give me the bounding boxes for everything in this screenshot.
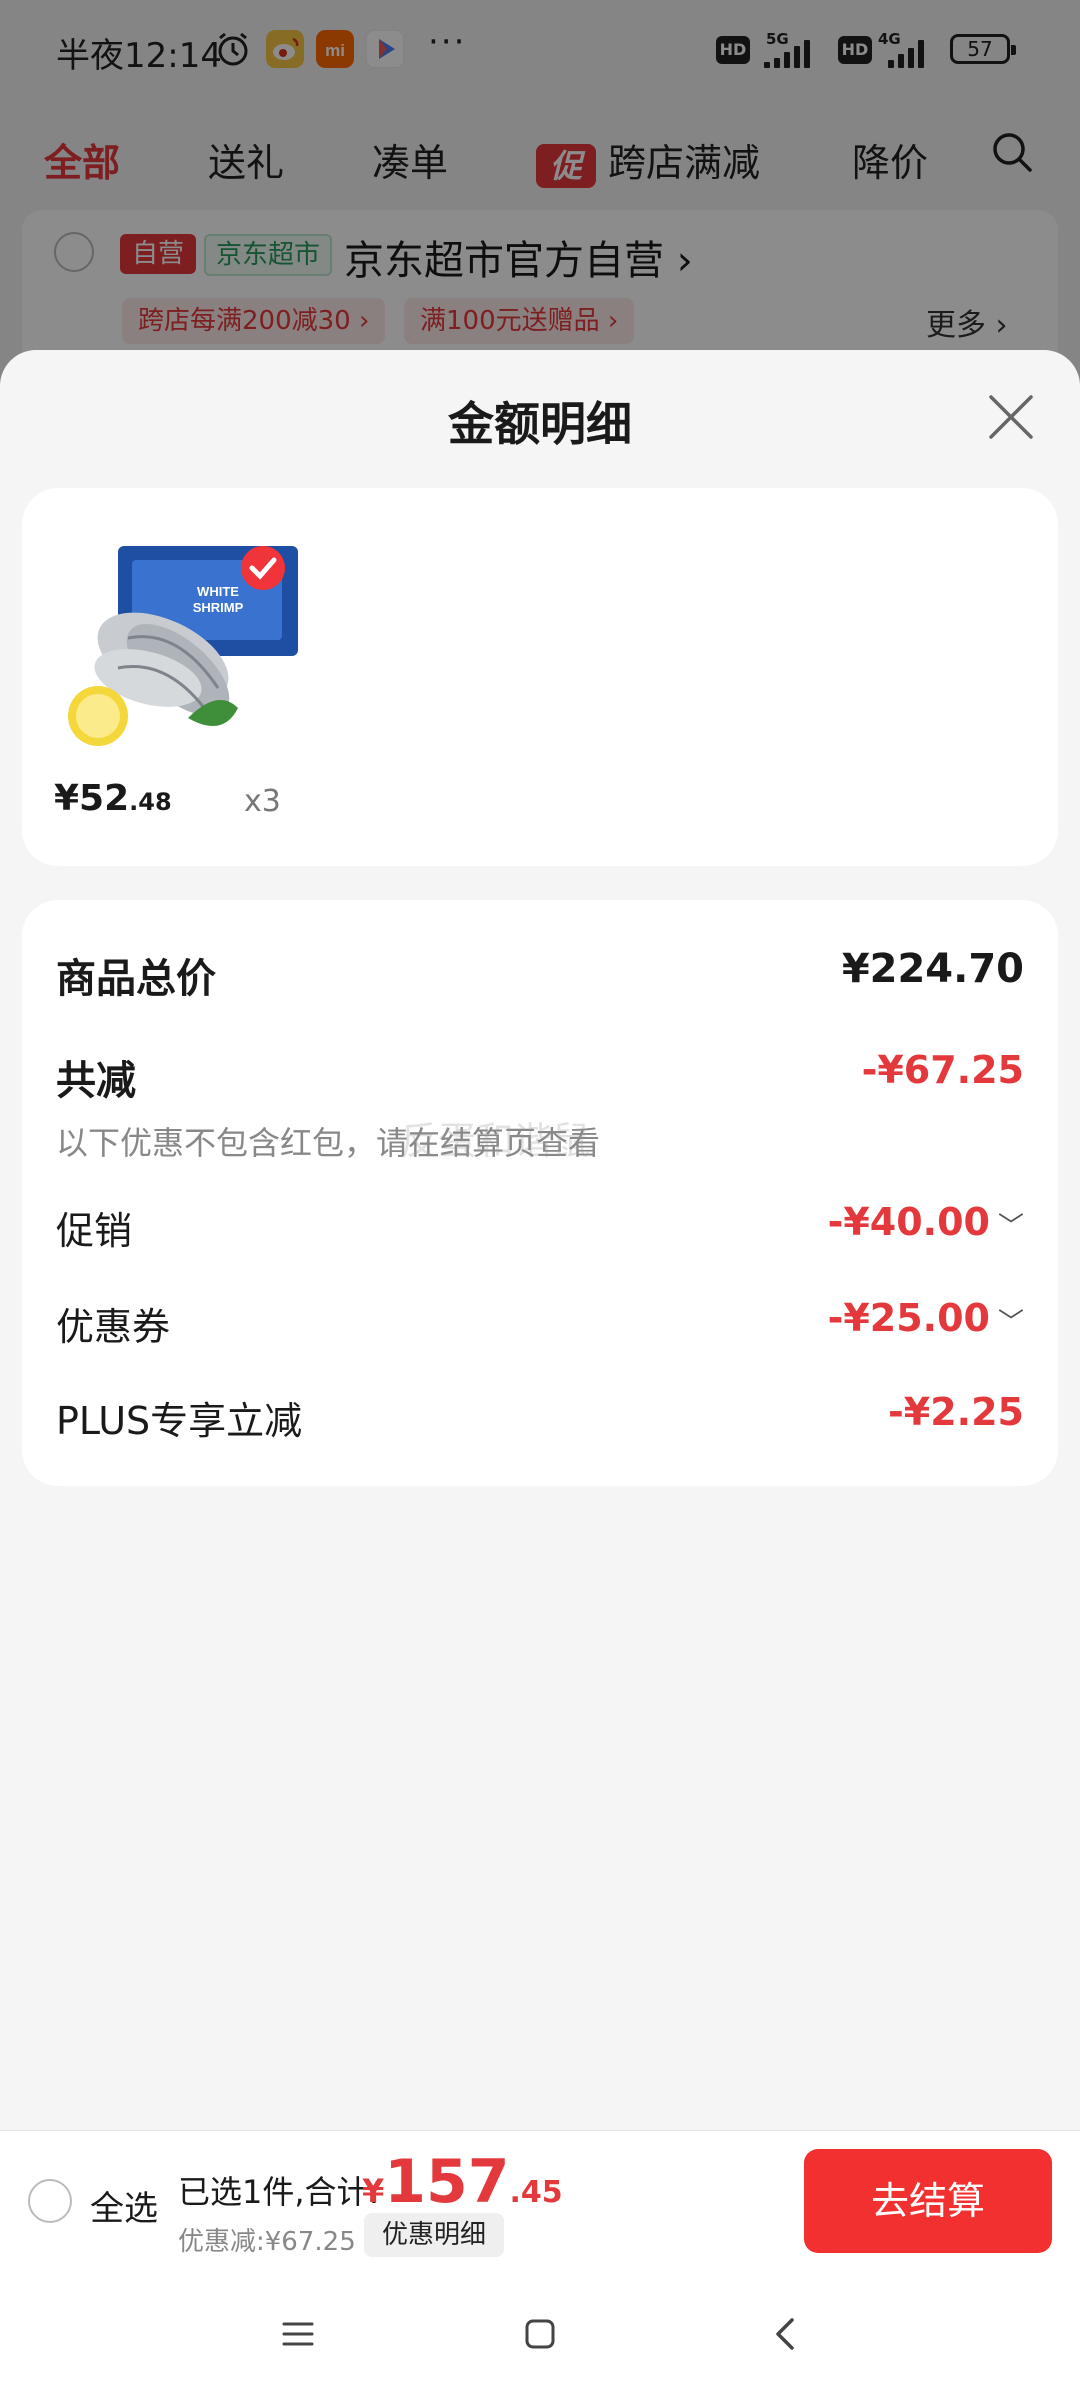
promotion-label: 促销 <box>56 1209 133 1253</box>
coupon-row[interactable]: -¥25.00 ﹀ <box>828 1296 1024 1340</box>
svg-text:SHRIMP: SHRIMP <box>193 600 244 615</box>
promotion-row[interactable]: -¥40.00 ﹀ <box>828 1200 1024 1244</box>
checkout-button[interactable]: 去结算 <box>804 2149 1052 2253</box>
currency-symbol: ¥ <box>362 2172 385 2210</box>
total-decimal: .45 <box>509 2175 563 2210</box>
back-icon[interactable] <box>766 2314 806 2354</box>
watermark-text: 反蛋和谐鼠 <box>400 1119 591 1163</box>
product-quantity: x3 <box>244 784 281 819</box>
sheet-title: 金额明细 <box>448 397 632 451</box>
discount-detail-button[interactable]: 优惠明细 <box>364 2213 505 2257</box>
total-integer: 157 <box>384 2147 510 2217</box>
menu-icon[interactable] <box>278 2314 318 2354</box>
product-card: WHITE SHRIMP ¥52.48 x3 <box>22 488 1058 866</box>
select-all-label[interactable]: 全选 <box>90 2181 158 2230</box>
price-integer: ¥52 <box>54 778 130 819</box>
plus-discount-value: -¥2.25 <box>888 1390 1024 1434</box>
coupon-label: 优惠券 <box>56 1305 171 1349</box>
saving-amount: 优惠减:¥67.25 <box>178 2227 356 2257</box>
home-icon[interactable] <box>520 2314 560 2354</box>
system-navigation-bar <box>0 2268 1080 2400</box>
total-reduction-label: 共减 <box>56 1058 136 1104</box>
product-price: ¥52.48 <box>54 778 172 819</box>
amount-detail-sheet: 金额明细 WHITE SHRIMP ¥52.48 x3 商品总价 ¥224.70… <box>0 350 1080 2130</box>
total-reduction-value: -¥67.25 <box>861 1048 1024 1092</box>
close-icon[interactable] <box>986 392 1036 442</box>
svg-text:WHITE: WHITE <box>197 584 239 599</box>
plus-discount-label: PLUS专享立减 <box>56 1399 303 1443</box>
promotion-value: -¥40.00 <box>827 1200 990 1244</box>
total-price-value: ¥224.70 <box>841 946 1024 992</box>
price-decimal: .48 <box>129 788 172 816</box>
price-detail-card: 商品总价 ¥224.70 共减 -¥67.25 以下优惠不包含红包，请在结算页查… <box>22 900 1058 1486</box>
chevron-down-icon: ﹀ <box>997 1212 1024 1242</box>
select-all-radio[interactable] <box>28 2179 72 2223</box>
total-price-label: 商品总价 <box>56 956 216 1002</box>
selected-count-text: 已选1件,合计: <box>178 2173 380 2211</box>
checkout-bar: 全选 已选1件,合计: ¥157.45 优惠减:¥67.25 优惠明细 去结算 <box>0 2130 1080 2269</box>
total-amount: ¥157.45 <box>362 2147 563 2217</box>
product-image[interactable]: WHITE SHRIMP <box>58 538 308 758</box>
coupon-value: -¥25.00 <box>827 1296 990 1340</box>
chevron-down-icon: ﹀ <box>997 1308 1024 1338</box>
